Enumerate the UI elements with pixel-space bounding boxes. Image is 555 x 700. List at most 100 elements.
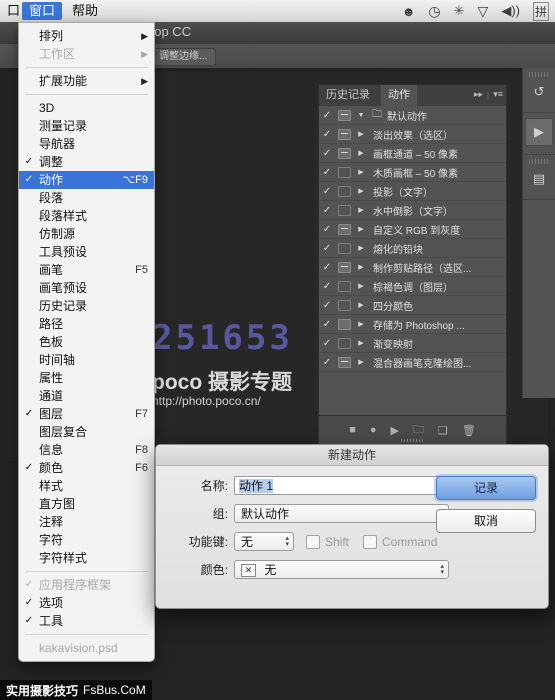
window-menu-item[interactable]: ✓选项	[19, 594, 154, 612]
actions-play-icon[interactable]: ▶	[525, 118, 553, 146]
expand-closed-icon[interactable]: ▶	[353, 358, 369, 366]
expand-closed-icon[interactable]: ▶	[353, 282, 369, 290]
cancel-button[interactable]: 取消	[436, 509, 536, 533]
input-source-icon[interactable]: 拼	[533, 2, 549, 21]
dialog-toggle-icon[interactable]	[338, 129, 351, 140]
stepper-icon-3[interactable]: ▴▾	[440, 564, 444, 576]
expand-open-icon[interactable]: ▼	[353, 112, 369, 119]
dialog-toggle-cell[interactable]	[335, 167, 353, 178]
bluetooth-icon[interactable]: ✳	[454, 3, 465, 19]
dialog-toggle-icon[interactable]	[338, 262, 351, 273]
dialog-toggle-icon[interactable]	[338, 186, 351, 197]
dock-grip[interactable]	[529, 72, 549, 77]
window-menu-item[interactable]: 测量记录	[19, 117, 154, 135]
new-action-icon[interactable]: ❏	[438, 424, 448, 437]
window-menu-dropdown[interactable]: 排列▶工作区▶扩展功能▶3D测量记录导航器✓调整✓动作⌥F9段落段落样式仿制源工…	[18, 22, 155, 662]
dialog-toggle-cell[interactable]	[335, 148, 353, 159]
action-row[interactable]: ✓▶画框通道 – 50 像素	[319, 144, 506, 163]
window-menu-item[interactable]: 段落样式	[19, 207, 154, 225]
expand-closed-icon[interactable]: ▶	[353, 187, 369, 195]
menubar-item-help[interactable]: 帮助	[65, 2, 105, 20]
user-avatar-icon[interactable]: ☻	[402, 4, 416, 19]
history-icon[interactable]: ↺	[526, 80, 552, 104]
action-enabled-check-icon[interactable]: ✓	[319, 243, 335, 254]
expand-closed-icon[interactable]: ▶	[353, 168, 369, 176]
dialog-toggle-icon[interactable]	[338, 281, 351, 292]
dialog-toggle-cell[interactable]	[335, 319, 353, 330]
action-enabled-check-icon[interactable]: ✓	[319, 167, 335, 178]
expand-closed-icon[interactable]: ▶	[353, 263, 369, 271]
action-enabled-check-icon[interactable]: ✓	[319, 262, 335, 273]
dialog-toggle-cell[interactable]	[335, 129, 353, 140]
dialog-toggle-icon[interactable]	[338, 300, 351, 311]
command-checkbox[interactable]	[363, 535, 377, 549]
window-menu-item[interactable]: 注释	[19, 513, 154, 531]
window-menu-item[interactable]: 段落	[19, 189, 154, 207]
action-enabled-check-icon[interactable]: ✓	[319, 186, 335, 197]
window-menu-item[interactable]: 路径	[19, 315, 154, 333]
stop-icon[interactable]: ■	[349, 424, 356, 436]
action-enabled-check-icon[interactable]: ✓	[319, 281, 335, 292]
window-menu-item[interactable]: ✓图层F7	[19, 405, 154, 423]
action-enabled-check-icon[interactable]: ✓	[319, 338, 335, 349]
expand-closed-icon[interactable]: ▶	[353, 244, 369, 252]
window-menu-item[interactable]: 样式	[19, 477, 154, 495]
dialog-toggle-icon[interactable]	[338, 357, 351, 368]
dialog-toggle-cell[interactable]	[335, 186, 353, 197]
action-row[interactable]: ✓▶投影（文字）	[319, 182, 506, 201]
dialog-toggle-cell[interactable]	[335, 224, 353, 235]
expand-closed-icon[interactable]: ▶	[353, 130, 369, 138]
window-menu-item[interactable]: 属性	[19, 369, 154, 387]
action-enabled-check-icon[interactable]: ✓	[319, 205, 335, 216]
action-set-select[interactable]: 默认动作 ▴▾	[234, 504, 449, 523]
play-icon[interactable]: ▶	[391, 424, 399, 437]
dialog-toggle-cell[interactable]	[335, 205, 353, 216]
action-enabled-check-icon[interactable]: ✓	[319, 319, 335, 330]
action-row[interactable]: ✓▶制作剪贴路径（选区...	[319, 258, 506, 277]
action-enabled-check-icon[interactable]: ✓	[319, 110, 335, 121]
dialog-toggle-cell[interactable]	[335, 300, 353, 311]
dialog-toggle-icon[interactable]	[338, 110, 351, 121]
window-menu-item[interactable]: 工具预设	[19, 243, 154, 261]
window-menu-item[interactable]: ✓工具	[19, 612, 154, 630]
window-menu-item[interactable]: ✓颜色F6	[19, 459, 154, 477]
action-name-input[interactable]: 动作 1	[234, 476, 449, 495]
volume-icon[interactable]: ◀))	[501, 3, 520, 19]
record-icon[interactable]: ●	[370, 424, 377, 436]
action-enabled-check-icon[interactable]: ✓	[319, 357, 335, 368]
action-row[interactable]: ✓▶混合器画笔克隆绘图...	[319, 353, 506, 372]
action-row[interactable]: ✓▶渐变映射	[319, 334, 506, 353]
window-menu-item[interactable]: 画笔F5	[19, 261, 154, 279]
menubar-item-window[interactable]: 窗口	[22, 2, 62, 20]
dock-grip-2[interactable]	[529, 159, 549, 164]
action-row[interactable]: ✓▶存储为 Photoshop ...	[319, 315, 506, 334]
time-machine-icon[interactable]: ◷	[428, 3, 440, 20]
action-row[interactable]: ✓▶熔化的铅块	[319, 239, 506, 258]
window-menu-item[interactable]: 历史记录	[19, 297, 154, 315]
delete-trash-icon[interactable]: 🗑	[462, 424, 476, 437]
window-menu-item[interactable]: ✓动作⌥F9	[19, 171, 154, 189]
expand-closed-icon[interactable]: ▶	[353, 225, 369, 233]
action-row[interactable]: ✓▶四分颜色	[319, 296, 506, 315]
window-menu-item[interactable]: 扩展功能▶	[19, 72, 154, 90]
function-key-select[interactable]: 无 ▴▾	[234, 532, 294, 551]
action-row[interactable]: ✓▶木质画框 – 50 像素	[319, 163, 506, 182]
window-menu-item[interactable]: 直方图	[19, 495, 154, 513]
tab-history[interactable]: 历史记录	[319, 85, 377, 106]
window-menu-item[interactable]: 画笔预设	[19, 279, 154, 297]
window-menu-item[interactable]: 仿制源	[19, 225, 154, 243]
expand-closed-icon[interactable]: ▶	[353, 339, 369, 347]
action-enabled-check-icon[interactable]: ✓	[319, 129, 335, 140]
record-button[interactable]: 记录	[436, 476, 536, 500]
panel-resize-grip[interactable]	[401, 439, 425, 442]
action-enabled-check-icon[interactable]: ✓	[319, 300, 335, 311]
action-enabled-check-icon[interactable]: ✓	[319, 224, 335, 235]
action-row[interactable]: ✓▶淡出效果（选区）	[319, 125, 506, 144]
window-menu-item[interactable]: 导航器	[19, 135, 154, 153]
action-row[interactable]: ✓▶棕褐色调（图层）	[319, 277, 506, 296]
window-menu-item[interactable]: ✓调整	[19, 153, 154, 171]
action-set-row[interactable]: ✓▼🗀默认动作	[319, 106, 506, 125]
wifi-icon[interactable]: ▽	[478, 3, 489, 20]
tab-actions[interactable]: 动作	[381, 85, 417, 106]
dialog-toggle-icon[interactable]	[338, 167, 351, 178]
